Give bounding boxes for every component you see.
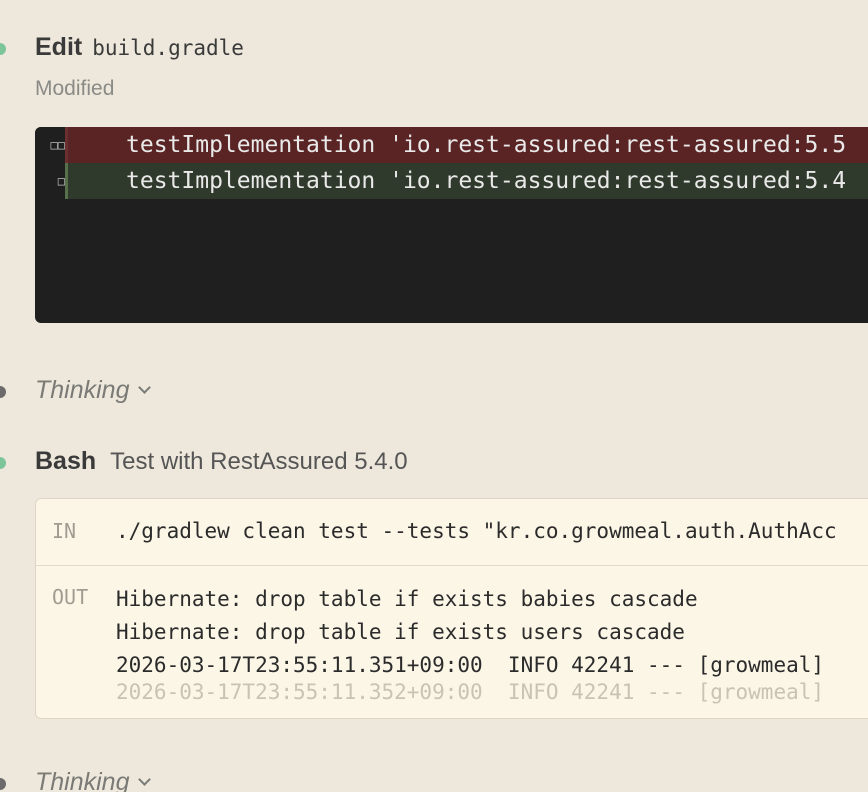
bash-command: ./gradlew clean test --tests "kr.co.grow… bbox=[116, 519, 837, 543]
edit-status: Modified bbox=[35, 77, 115, 100]
bash-input-section: IN ./gradlew clean test --tests "kr.co.g… bbox=[36, 499, 868, 566]
output-line: Hibernate: drop table if exists users ca… bbox=[116, 620, 685, 644]
diff-line-removed: □□ testImplementation 'io.rest-assured:r… bbox=[35, 127, 868, 163]
thinking-toggle[interactable]: Thinking bbox=[35, 376, 151, 405]
diff-added-code: testImplementation 'io.rest-assured:rest… bbox=[65, 163, 868, 199]
bash-output: Hibernate: drop table if exists babies c… bbox=[116, 583, 824, 709]
bash-io-panel[interactable]: IN ./gradlew clean test --tests "kr.co.g… bbox=[35, 498, 868, 719]
edit-step-header: Edit build.gradle bbox=[35, 33, 244, 62]
thinking-toggle[interactable]: Thinking bbox=[35, 768, 151, 792]
chevron-down-icon bbox=[137, 381, 151, 394]
status-dot-bash bbox=[0, 457, 6, 469]
transcript: Edit build.gradle Modified □□ testImplem… bbox=[0, 0, 868, 792]
bash-step-header: Bash Test with RestAssured 5.4.0 bbox=[35, 447, 408, 476]
diff-gutter-marker: □□ bbox=[35, 127, 65, 163]
status-dot-thinking bbox=[0, 778, 6, 790]
input-label: IN bbox=[52, 519, 77, 543]
edited-file-name[interactable]: build.gradle bbox=[92, 36, 244, 60]
diff-removed-code: testImplementation 'io.rest-assured:rest… bbox=[65, 127, 868, 163]
output-line: Hibernate: drop table if exists babies c… bbox=[116, 587, 698, 611]
output-label: OUT bbox=[52, 585, 89, 609]
status-dot-edit bbox=[0, 43, 6, 55]
step-kind-bash: Bash bbox=[35, 447, 97, 475]
output-line: 2026-03-17T23:55:11.352+09:00 INFO 42241… bbox=[116, 680, 825, 704]
diff-view[interactable]: □□ testImplementation 'io.rest-assured:r… bbox=[35, 127, 868, 323]
diff-line-added: □ testImplementation 'io.rest-assured:re… bbox=[35, 163, 868, 199]
thinking-label: Thinking bbox=[35, 376, 130, 404]
status-dot-thinking bbox=[0, 386, 6, 398]
chevron-down-icon bbox=[137, 773, 151, 786]
step-kind-edit: Edit bbox=[35, 33, 83, 61]
diff-gutter-marker: □ bbox=[35, 163, 65, 199]
thinking-label: Thinking bbox=[35, 768, 130, 792]
bash-description: Test with RestAssured 5.4.0 bbox=[110, 448, 408, 475]
